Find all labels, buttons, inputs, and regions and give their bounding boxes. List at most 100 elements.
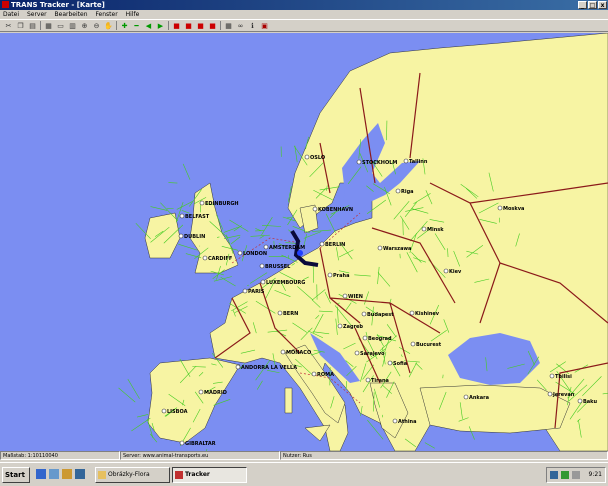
road [131, 417, 151, 432]
city-marker[interactable]: Bucurest [410, 341, 442, 348]
city-label: BRUSSEL [265, 264, 291, 270]
zoom-out-icon[interactable]: ⊖ [92, 21, 101, 30]
info-icon[interactable]: ℹ [248, 21, 257, 30]
report-icon[interactable]: ▣ [260, 21, 269, 30]
menu-hilfe[interactable]: Hilfe [123, 11, 143, 18]
city-dot [311, 371, 317, 377]
city-marker[interactable]: Kishinev [409, 310, 440, 317]
city-label: Jerevan [552, 392, 575, 398]
city-marker[interactable]: MADRID [198, 389, 227, 396]
city-label: Athina [398, 419, 416, 425]
add-icon[interactable]: ✚ [120, 21, 129, 30]
city-marker[interactable]: LUXEMBOURG [260, 279, 305, 286]
city-label: Tirana [371, 378, 389, 384]
land-sardinia [284, 387, 293, 414]
land-turkey [419, 384, 571, 434]
road [247, 284, 249, 286]
city-marker[interactable]: BELFAST [179, 213, 210, 220]
binoculars-icon[interactable]: ∞ [236, 21, 245, 30]
city-marker[interactable]: GIBRALTAR [179, 440, 216, 447]
pan-icon[interactable]: ✋ [104, 21, 113, 30]
minimize-button[interactable]: _ [578, 1, 587, 9]
layers-icon[interactable]: ▥ [68, 21, 77, 30]
window2-icon[interactable]: ▭ [56, 21, 65, 30]
app-icon [2, 1, 9, 8]
copy-icon[interactable]: ❐ [16, 21, 25, 30]
back-icon[interactable]: ◀ [144, 21, 153, 30]
city-label: Sarajevo [360, 351, 385, 357]
city-dot [259, 263, 265, 269]
truck4-icon[interactable]: ■ [208, 21, 217, 30]
city-dot [337, 323, 343, 329]
volume-icon[interactable] [561, 471, 569, 479]
tray-icon[interactable] [550, 471, 558, 479]
start-button[interactable]: Start [2, 467, 30, 483]
close-button[interactable]: x [598, 1, 607, 9]
city-label: LUXEMBOURG [266, 280, 305, 286]
forward-icon[interactable]: ▶ [156, 21, 165, 30]
menu-bearbeiten[interactable]: Bearbeiten [52, 11, 91, 18]
network-icon[interactable] [572, 471, 580, 479]
city-dot [392, 418, 398, 424]
city-marker[interactable]: DUBLIN [178, 233, 205, 240]
city-dot [312, 206, 318, 212]
city-marker[interactable]: KOBENHAVN [312, 206, 353, 213]
city-marker[interactable]: CARDIFF [202, 255, 232, 262]
city-marker[interactable]: EDINBURGH [199, 200, 239, 207]
city-dot [365, 377, 371, 383]
city-label: PARIS [248, 289, 265, 295]
city-marker[interactable]: STOCKHOLM [356, 159, 397, 166]
city-marker[interactable]: Beograd [362, 335, 392, 342]
maximize-button[interactable]: □ [588, 1, 597, 9]
window-title: TRANS Tracker - [Karte] [11, 1, 105, 9]
city-marker[interactable]: Budapest [361, 311, 394, 318]
menu-server[interactable]: Server [24, 11, 50, 18]
city-label: Sofia [393, 361, 407, 367]
city-marker[interactable]: MONACO [280, 349, 311, 356]
city-label: OSLO [310, 155, 325, 161]
desktop-icon[interactable] [49, 469, 59, 479]
city-dot [198, 389, 204, 395]
city-dot [409, 310, 415, 316]
city-marker[interactable]: LONDON [237, 250, 267, 257]
city-dot [260, 279, 266, 285]
truck2-icon[interactable]: ■ [184, 21, 193, 30]
city-marker[interactable]: AMSTERDAM [263, 244, 305, 251]
city-dot [304, 154, 310, 160]
city-label: Budapest [367, 312, 394, 318]
task-tracker[interactable]: Tracker [172, 467, 247, 483]
city-label: ROMA [317, 372, 334, 378]
remove-icon[interactable]: ━ [132, 21, 141, 30]
road [136, 414, 149, 418]
map-view[interactable]: OSLO STOCKHOLM Tallinn Riga Moskva KOBENHAVN E… [0, 33, 608, 451]
city-dot [497, 205, 503, 211]
city-marker[interactable]: Warszawa [377, 245, 411, 252]
menu-fenster[interactable]: Fenster [92, 11, 120, 18]
city-dot [356, 159, 362, 165]
server-readout: Server: www.animal-transports.eu [120, 451, 280, 460]
paste-icon[interactable]: ▤ [28, 21, 37, 30]
window-icon[interactable]: ▦ [44, 21, 53, 30]
city-dot [342, 293, 348, 299]
city-dot [161, 408, 167, 414]
city-dot [463, 394, 469, 400]
city-marker[interactable]: BRUSSEL [259, 263, 291, 270]
media-icon[interactable] [75, 469, 85, 479]
road [150, 433, 158, 443]
grid-icon[interactable]: ▦ [224, 21, 233, 30]
task-obrazky[interactable]: Obrázky-Flora [95, 467, 170, 483]
ie-icon[interactable] [36, 469, 46, 479]
truck-icon[interactable]: ■ [172, 21, 181, 30]
truck3-icon[interactable]: ■ [196, 21, 205, 30]
menu-datei[interactable]: Datei [0, 11, 22, 18]
task-label: Obrázky-Flora [108, 471, 150, 478]
zoom-in-icon[interactable]: ⊕ [80, 21, 89, 30]
land-ireland [144, 212, 181, 259]
road [181, 210, 190, 214]
city-marker[interactable]: ANDORRA LA VELLA [235, 364, 297, 371]
folder-icon[interactable] [62, 469, 72, 479]
city-marker[interactable]: Sarajevo [354, 350, 385, 357]
city-dot [443, 268, 449, 274]
title-bar[interactable]: TRANS Tracker - [Karte] _ □ x [0, 0, 608, 10]
cut-icon[interactable]: ✂ [4, 21, 13, 30]
